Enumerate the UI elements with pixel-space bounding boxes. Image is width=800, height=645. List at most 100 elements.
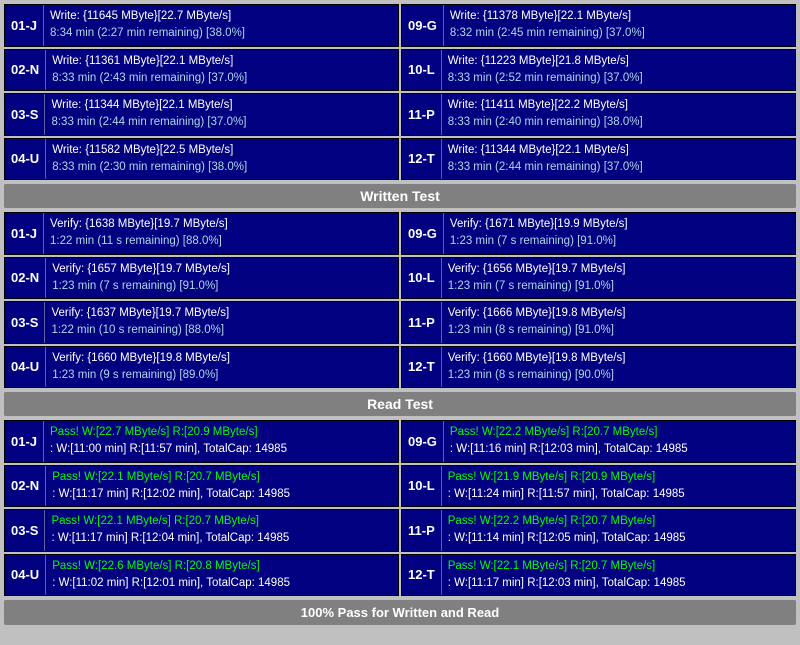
- written-test-header: Written Test: [4, 184, 796, 208]
- drive-line2: 1:23 min (9 s remaining) [89.0%]: [52, 367, 392, 384]
- drive-line2: 8:33 min (2:40 min remaining) [38.0%]: [448, 114, 789, 131]
- drive-cell: 10-LPass! W:[21.9 MByte/s] R:[20.9 MByte…: [401, 465, 796, 508]
- drive-info: Pass! W:[22.1 MByte/s] R:[20.7 MByte/s]:…: [45, 510, 398, 551]
- drive-line1: Verify: {1638 MByte}[19.7 MByte/s]: [50, 216, 392, 233]
- pass-section: 01-JPass! W:[22.7 MByte/s] R:[20.9 MByte…: [4, 420, 796, 596]
- drive-info: Pass! W:[22.2 MByte/s] R:[20.7 MByte/s]:…: [442, 510, 795, 551]
- drive-info: Verify: {1656 MByte}[19.7 MByte/s]1:23 m…: [442, 258, 795, 299]
- drive-line1: Write: {11582 MByte}[22.5 MByte/s]: [52, 142, 392, 159]
- drive-label: 01-J: [5, 213, 44, 254]
- drive-line1: Write: {11411 MByte}[22.2 MByte/s]: [448, 97, 789, 114]
- drive-line1: Write: {11361 MByte}[22.1 MByte/s]: [52, 53, 392, 70]
- drive-cell: 09-GVerify: {1671 MByte}[19.9 MByte/s]1:…: [401, 212, 796, 255]
- drive-line1: Verify: {1666 MByte}[19.8 MByte/s]: [448, 305, 789, 322]
- drive-line1: Pass! W:[22.1 MByte/s] R:[20.7 MByte/s]: [448, 558, 789, 575]
- drive-line2: : W:[11:17 min] R:[12:02 min], TotalCap:…: [52, 486, 392, 503]
- drive-line2: 8:33 min (2:52 min remaining) [37.0%]: [448, 70, 789, 87]
- drive-line1: Pass! W:[22.1 MByte/s] R:[20.7 MByte/s]: [51, 513, 392, 530]
- pass-grid: 01-JPass! W:[22.7 MByte/s] R:[20.9 MByte…: [4, 420, 796, 596]
- drive-info: Pass! W:[22.7 MByte/s] R:[20.9 MByte/s]:…: [44, 421, 398, 462]
- drive-cell: 04-UWrite: {11582 MByte}[22.5 MByte/s]8:…: [4, 138, 399, 181]
- drive-cell: 09-GWrite: {11378 MByte}[22.1 MByte/s]8:…: [401, 4, 796, 47]
- drive-line1: Pass! W:[21.9 MByte/s] R:[20.9 MByte/s]: [448, 469, 789, 486]
- drive-line1: Verify: {1637 MByte}[19.7 MByte/s]: [51, 305, 392, 322]
- drive-line1: Verify: {1660 MByte}[19.8 MByte/s]: [448, 350, 789, 367]
- drive-info: Write: {11645 MByte}[22.7 MByte/s]8:34 m…: [44, 5, 398, 46]
- drive-line1: Pass! W:[22.1 MByte/s] R:[20.7 MByte/s]: [52, 469, 392, 486]
- drive-info: Verify: {1657 MByte}[19.7 MByte/s]1:23 m…: [46, 258, 398, 299]
- drive-line2: : W:[11:16 min] R:[12:03 min], TotalCap:…: [450, 441, 789, 458]
- drive-info: Write: {11223 MByte}[21.8 MByte/s]8:33 m…: [442, 50, 795, 91]
- drive-line2: 8:33 min (2:30 min remaining) [38.0%]: [52, 159, 392, 176]
- drive-label: 11-P: [402, 302, 442, 343]
- drive-info: Write: {11344 MByte}[22.1 MByte/s]8:33 m…: [442, 139, 795, 180]
- drive-line2: 1:23 min (7 s remaining) [91.0%]: [448, 278, 789, 295]
- drive-info: Write: {11361 MByte}[22.1 MByte/s]8:33 m…: [46, 50, 398, 91]
- drive-line1: Pass! W:[22.6 MByte/s] R:[20.8 MByte/s]: [52, 558, 392, 575]
- drive-label: 02-N: [5, 466, 46, 507]
- drive-label: 01-J: [5, 421, 44, 462]
- drive-label: 04-U: [5, 139, 46, 180]
- drive-label: 09-G: [402, 5, 444, 46]
- drive-cell: 02-N Pass! W:[22.1 MByte/s] R:[20.7 MByte…: [4, 465, 399, 508]
- drive-info: Pass! W:[22.1 MByte/s] R:[20.7 MByte/s]:…: [442, 555, 795, 596]
- drive-line2: : W:[11:00 min] R:[11:57 min], TotalCap:…: [50, 441, 392, 458]
- drive-info: Verify: {1638 MByte}[19.7 MByte/s]1:22 m…: [44, 213, 398, 254]
- drive-line1: Pass! W:[22.7 MByte/s] R:[20.9 MByte/s]: [50, 424, 392, 441]
- drive-cell: 02-NWrite: {11361 MByte}[22.1 MByte/s]8:…: [4, 49, 399, 92]
- drive-line2: 1:22 min (11 s remaining) [88.0%]: [50, 233, 392, 250]
- drive-label: 03-S: [5, 510, 45, 551]
- drive-cell: 10-LWrite: {11223 MByte}[21.8 MByte/s]8:…: [401, 49, 796, 92]
- drive-line2: 8:33 min (2:43 min remaining) [37.0%]: [52, 70, 392, 87]
- drive-cell: 11-PWrite: {11411 MByte}[22.2 MByte/s]8:…: [401, 93, 796, 136]
- drive-line1: Write: {11378 MByte}[22.1 MByte/s]: [450, 8, 789, 25]
- drive-label: 10-L: [402, 258, 442, 299]
- drive-line2: : W:[11:14 min] R:[12:05 min], TotalCap:…: [448, 530, 789, 547]
- drive-label: 10-L: [402, 50, 442, 91]
- drive-label: 03-S: [5, 94, 45, 135]
- drive-info: Verify: {1660 MByte}[19.8 MByte/s]1:23 m…: [442, 347, 795, 388]
- drive-label: 04-U: [5, 347, 46, 388]
- drive-label: 09-G: [402, 421, 444, 462]
- drive-line2: : W:[11:02 min] R:[12:01 min], TotalCap:…: [52, 575, 392, 592]
- drive-label: 02-N: [5, 258, 46, 299]
- drive-label: 11-P: [402, 510, 442, 551]
- drive-line2: 1:22 min (10 s remaining) [88.0%]: [51, 322, 392, 339]
- drive-label: 02-N: [5, 50, 46, 91]
- drive-info: Pass! W:[21.9 MByte/s] R:[20.9 MByte/s]:…: [442, 466, 795, 507]
- drive-line1: Verify: {1660 MByte}[19.8 MByte/s]: [52, 350, 392, 367]
- drive-line1: Verify: {1657 MByte}[19.7 MByte/s]: [52, 261, 392, 278]
- drive-line2: 1:23 min (8 s remaining) [90.0%]: [448, 367, 789, 384]
- footer-bar: 100% Pass for Written and Read: [4, 600, 796, 625]
- drive-line2: : W:[11:24 min] R:[11:57 min], TotalCap:…: [448, 486, 789, 503]
- drive-label: 10-L: [402, 466, 442, 507]
- drive-info: Pass! W:[22.6 MByte/s] R:[20.8 MByte/s]:…: [46, 555, 398, 596]
- drive-cell: 01-JVerify: {1638 MByte}[19.7 MByte/s]1:…: [4, 212, 399, 255]
- drive-line1: Write: {11645 MByte}[22.7 MByte/s]: [50, 8, 392, 25]
- drive-label: 04-U: [5, 555, 46, 596]
- drive-info: Pass! W:[22.2 MByte/s] R:[20.7 MByte/s]:…: [444, 421, 795, 462]
- drive-cell: 11-PPass! W:[22.2 MByte/s] R:[20.7 MByte…: [401, 509, 796, 552]
- write-section: 01-JWrite: {11645 MByte}[22.7 MByte/s]8:…: [4, 4, 796, 180]
- drive-label: 01-J: [5, 5, 44, 46]
- drive-label: 12-T: [402, 139, 442, 180]
- drive-line2: 1:23 min (7 s remaining) [91.0%]: [450, 233, 789, 250]
- drive-line1: Pass! W:[22.2 MByte/s] R:[20.7 MByte/s]: [448, 513, 789, 530]
- drive-label: 11-P: [402, 94, 442, 135]
- drive-line1: Write: {11344 MByte}[22.1 MByte/s]: [51, 97, 392, 114]
- drive-info: Verify: {1637 MByte}[19.7 MByte/s]1:22 m…: [45, 302, 398, 343]
- drive-info: Write: {11411 MByte}[22.2 MByte/s]8:33 m…: [442, 94, 795, 135]
- drive-line1: Write: {11344 MByte}[22.1 MByte/s]: [448, 142, 789, 159]
- drive-info: Verify: {1660 MByte}[19.8 MByte/s]1:23 m…: [46, 347, 398, 388]
- drive-line1: Write: {11223 MByte}[21.8 MByte/s]: [448, 53, 789, 70]
- drive-line2: : W:[11:17 min] R:[12:03 min], TotalCap:…: [448, 575, 789, 592]
- drive-line2: 1:23 min (7 s remaining) [91.0%]: [52, 278, 392, 295]
- drive-info: Write: {11344 MByte}[22.1 MByte/s]8:33 m…: [45, 94, 398, 135]
- drive-cell: 03-SPass! W:[22.1 MByte/s] R:[20.7 MByte…: [4, 509, 399, 552]
- drive-cell: 01-JWrite: {11645 MByte}[22.7 MByte/s]8:…: [4, 4, 399, 47]
- drive-line1: Verify: {1671 MByte}[19.9 MByte/s]: [450, 216, 789, 233]
- drive-info: Write: {11582 MByte}[22.5 MByte/s]8:33 m…: [46, 139, 398, 180]
- verify-section: 01-JVerify: {1638 MByte}[19.7 MByte/s]1:…: [4, 212, 796, 388]
- drive-cell: 12-TPass! W:[22.1 MByte/s] R:[20.7 MByte…: [401, 554, 796, 597]
- drive-cell: 01-JPass! W:[22.7 MByte/s] R:[20.9 MByte…: [4, 420, 399, 463]
